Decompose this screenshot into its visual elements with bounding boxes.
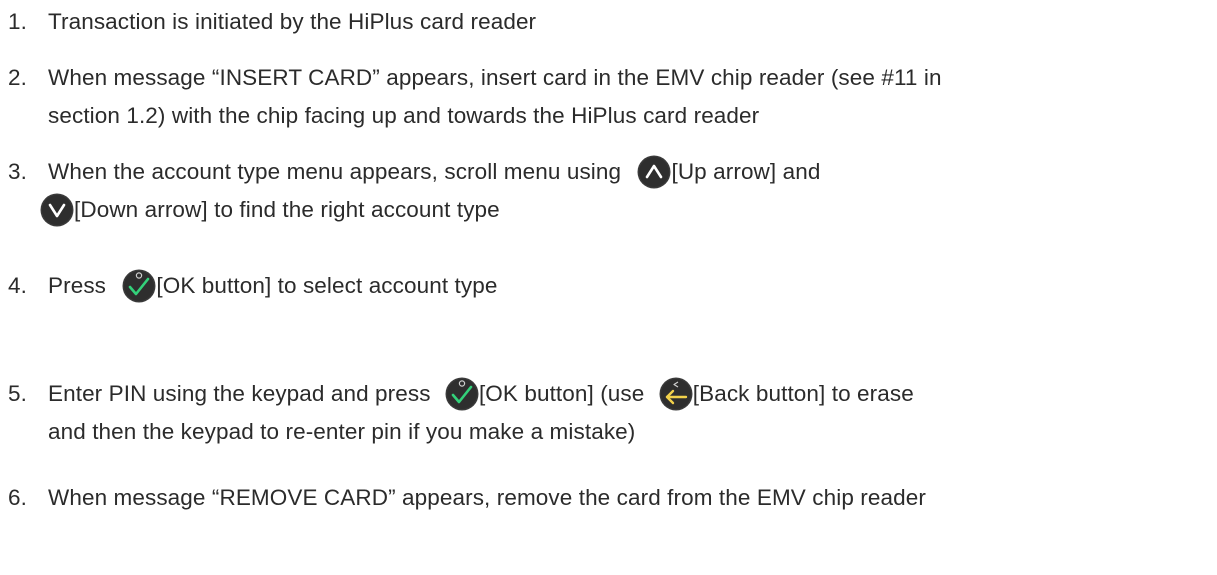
step-text: Transaction is initiated by the HiPlus c…	[48, 9, 537, 34]
step-text: When the account type menu appears, scro…	[48, 159, 622, 184]
step-number: 4.	[8, 273, 27, 298]
step-text-line-1: When message “INSERT CARD” appears, inse…	[48, 65, 942, 90]
step-number: 1.	[8, 9, 27, 34]
step-text: [OK button] to select account type	[156, 273, 498, 298]
step-text: When message “REMOVE CARD” appears, remo…	[48, 485, 926, 510]
step-text-line-2: [Down arrow] to find the right account t…	[40, 192, 500, 228]
back-arrow-icon	[659, 377, 693, 411]
step-number: 5.	[8, 381, 27, 406]
step-number: 6.	[8, 485, 27, 510]
step-text: Enter PIN using the keypad and press	[48, 381, 431, 406]
up-arrow-icon	[637, 155, 671, 189]
step-text-line-1: Press [OK button] to select account type	[48, 268, 497, 304]
step-text-line-1: When the account type menu appears, scro…	[48, 154, 820, 190]
step-text: [Down arrow] to find the right account t…	[74, 197, 500, 222]
step-text-line-1: Enter PIN using the keypad and press [OK…	[48, 376, 914, 412]
step-text: [OK button] (use	[478, 381, 645, 406]
step-text-line-2: and then the keypad to re-enter pin if y…	[48, 419, 636, 444]
step-text: [Up arrow] and	[671, 159, 821, 184]
step-number: 3.	[8, 159, 27, 184]
instructions-document: 1. Transaction is initiated by the HiPlu…	[0, 0, 1217, 575]
step-number: 2.	[8, 65, 27, 90]
ok-check-icon	[122, 269, 156, 303]
step-text: Press	[48, 273, 107, 298]
step-text: [Back button] to erase	[692, 381, 914, 406]
step-text-line-2: section 1.2) with the chip facing up and…	[48, 103, 760, 128]
down-arrow-icon	[40, 193, 74, 227]
ok-check-icon	[445, 377, 479, 411]
